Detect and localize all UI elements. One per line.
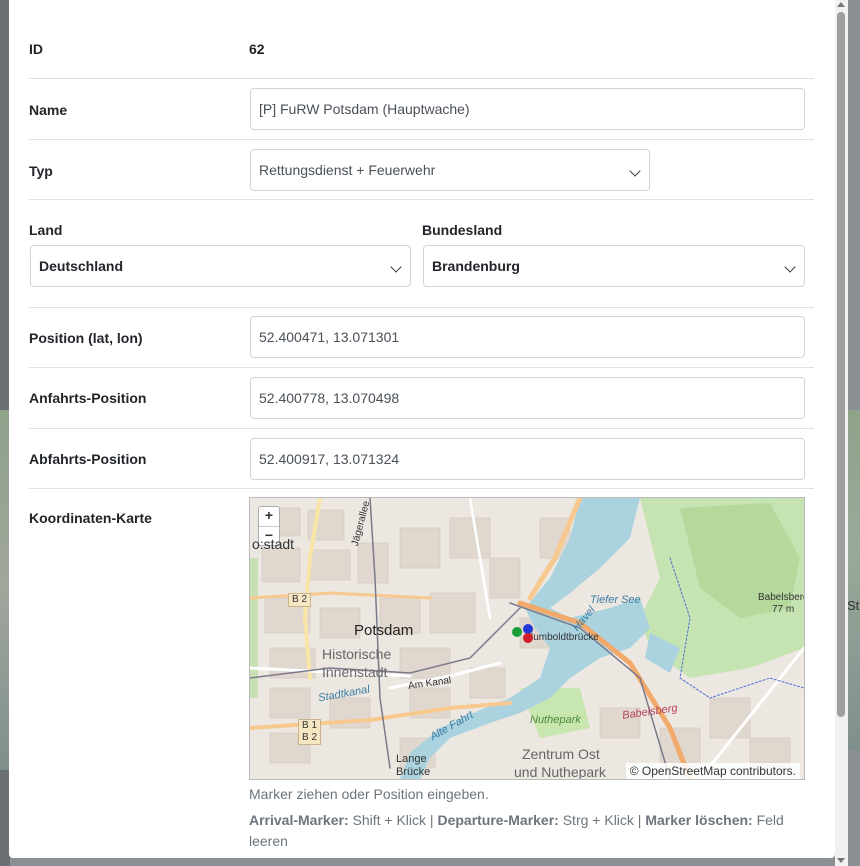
map-attribution[interactable]: © OpenStreetMap contributors. xyxy=(625,763,800,779)
scrollbar-thumb[interactable] xyxy=(837,12,845,717)
map-label-humboldtbruecke: Humboldtbrücke xyxy=(526,632,599,643)
chevron-down-icon xyxy=(629,165,641,177)
arrival-marker[interactable] xyxy=(512,627,522,637)
map-label-zentrum-ost: Zentrum Ost xyxy=(522,746,600,762)
map-shield-b2: B 2 xyxy=(288,593,312,607)
id-label: ID xyxy=(29,41,43,57)
modal-scrollbar[interactable] xyxy=(835,0,848,866)
chevron-down-icon xyxy=(390,261,402,273)
station-edit-modal: ID 62 Name [P] FuRW Potsdam (Hauptwache)… xyxy=(9,0,835,858)
state-select[interactable]: Brandenburg xyxy=(423,245,805,287)
state-label: Bundesland xyxy=(422,222,503,238)
arrival-row: Anfahrts-Position 52.400778, 13.070498 xyxy=(29,368,814,429)
type-select[interactable]: Rettungsdienst + Feuerwehr xyxy=(250,149,650,191)
map-label-innenstadt: Innenstadt xyxy=(322,664,388,680)
position-row: Position (lat, lon) 52.400471, 13.071301 xyxy=(29,308,814,368)
departure-row: Abfahrts-Position 52.400917, 13.071324 xyxy=(29,429,814,489)
id-value: 62 xyxy=(249,41,265,57)
id-row: ID 62 xyxy=(29,28,814,79)
name-label: Name xyxy=(29,102,68,118)
background-map-right: St xyxy=(846,410,860,750)
position-marker[interactable] xyxy=(523,633,533,643)
map-shield-b1: B 1B 2 xyxy=(298,719,322,745)
country-select[interactable]: Deutschland xyxy=(30,245,411,287)
scroll-up-icon[interactable] xyxy=(837,2,845,7)
map-label-und-nuthepark: und Nuthepark xyxy=(514,764,606,780)
background-edge-text: St xyxy=(847,598,860,613)
region-row: Land Deutschland Bundesland Brandenburg xyxy=(29,200,814,308)
type-row: Typ Rettungsdienst + Feuerwehr xyxy=(29,140,814,200)
map-label-lange: Lange xyxy=(396,753,427,765)
map-hint: Marker ziehen oder Position eingeben. xyxy=(249,786,489,802)
state-select-value: Brandenburg xyxy=(432,258,520,274)
type-label: Typ xyxy=(29,163,53,179)
country-select-value: Deutschland xyxy=(39,258,124,274)
chevron-down-icon xyxy=(784,261,796,273)
zoom-in-button[interactable]: + xyxy=(259,507,279,527)
name-input[interactable]: [P] FuRW Potsdam (Hauptwache) xyxy=(250,88,805,130)
map-label: Koordinaten-Karte xyxy=(29,510,152,526)
scroll-down-icon[interactable] xyxy=(837,858,845,863)
position-label: Position (lat, lon) xyxy=(29,330,143,346)
marker-shortcuts-hint: Arrival-Marker: Shift + Klick | Departur… xyxy=(249,812,784,849)
name-row: Name [P] FuRW Potsdam (Hauptwache) xyxy=(29,79,814,140)
coordinates-map[interactable]: + − o:stadt Jägerallee B 2 Potsdam Histo… xyxy=(249,497,805,780)
map-label-babelsberg-height: 77 m xyxy=(772,604,795,615)
arrival-position-input[interactable]: 52.400778, 13.070498 xyxy=(250,377,805,419)
type-select-value: Rettungsdienst + Feuerwehr xyxy=(259,162,436,178)
departure-label: Abfahrts-Position xyxy=(29,451,147,467)
map-label-historische: Historische xyxy=(322,646,392,662)
departure-position-input[interactable]: 52.400917, 13.071324 xyxy=(250,438,805,480)
map-label-tiefer-see: Tiefer See xyxy=(590,594,641,606)
map-label-potsdam: Potsdam xyxy=(354,622,414,639)
position-input[interactable]: 52.400471, 13.071301 xyxy=(250,316,805,358)
map-label-babelsberg-hill: Babelsberg xyxy=(758,592,805,603)
country-label: Land xyxy=(29,222,63,238)
arrival-label: Anfahrts-Position xyxy=(29,390,147,406)
map-label-nuthepark: Nuthepark xyxy=(530,714,581,726)
map-label-bruecke: Brücke xyxy=(396,766,431,778)
map-label-vorstadt: o:stadt xyxy=(252,536,295,552)
